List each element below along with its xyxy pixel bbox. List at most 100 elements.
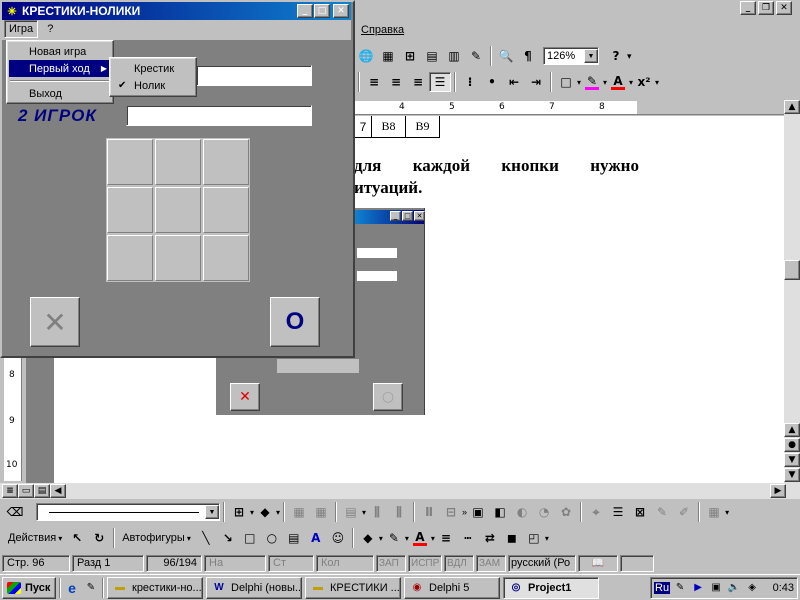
distribute-icon[interactable]: ⫼ (366, 502, 388, 522)
border-icon[interactable]: ⊞ (228, 502, 250, 522)
actions-menu[interactable]: Действия ▾ (4, 532, 66, 544)
oval-icon[interactable]: ○ (261, 528, 283, 548)
wordart-icon[interactable]: A (305, 528, 327, 548)
rotate-icon[interactable]: ↻ (88, 528, 110, 548)
numbering-icon[interactable]: ⁝ (459, 72, 481, 92)
autoshapes-menu[interactable]: Автофигуры ▾ (118, 532, 195, 544)
taskbar-item[interactable]: ▬ крестики-но... (107, 576, 203, 599)
chevron-down-icon[interactable]: ▼ (205, 505, 219, 519)
status-rec[interactable]: ЗАП (376, 554, 406, 572)
justify-icon[interactable]: ☰ (429, 72, 451, 92)
font-color-icon[interactable]: A (409, 528, 431, 548)
pen-tray-icon[interactable]: ✎ (672, 580, 688, 596)
distribute-cols-icon[interactable]: ⫼ (388, 502, 410, 522)
minimize-icon[interactable]: _ (740, 1, 756, 15)
help-icon[interactable]: ? (605, 46, 627, 66)
brightness-icon[interactable]: ◐ (511, 502, 533, 522)
board-cell[interactable] (155, 139, 201, 185)
align-right-icon[interactable]: ≡ (407, 72, 429, 92)
format-picture-icon[interactable]: ⊠ (629, 502, 651, 522)
scroll-prev-page-icon[interactable]: ▲ (784, 423, 800, 437)
reset-icon[interactable]: ✿ (555, 502, 577, 522)
background-form-input[interactable] (356, 247, 398, 259)
normal-view-icon[interactable]: ≡ (2, 484, 18, 498)
chevron-down-icon[interactable]: ▼ (584, 49, 598, 63)
o-button[interactable]: O (270, 297, 320, 347)
status-ovr[interactable]: ЗАМ (476, 554, 506, 572)
format-icon[interactable]: ▦ (703, 502, 725, 522)
submenu-nought[interactable]: ✔ Нолик (112, 77, 194, 94)
vertical-scrollbar[interactable]: ▲ ▲ ● ▼ ▼ (784, 100, 800, 483)
cell-align-icon[interactable]: ⊟ (440, 502, 462, 522)
indent-icon[interactable]: ⇥ (525, 72, 547, 92)
tray-icon[interactable]: ◈ (744, 580, 760, 596)
status-trk[interactable]: ИСПР (408, 554, 442, 572)
excel-icon[interactable]: ▤ (421, 46, 443, 66)
background-form-input[interactable] (356, 270, 398, 282)
select-browse-icon[interactable]: ● (784, 438, 800, 452)
scroll-up-icon[interactable]: ▲ (784, 100, 800, 114)
line-color-icon[interactable]: ✎ (383, 528, 405, 548)
player2-name-input[interactable] (126, 105, 312, 126)
eraser-icon[interactable]: ⌫ (4, 502, 26, 522)
shadow-icon[interactable]: ◼ (501, 528, 523, 548)
text-direction-icon[interactable]: Ⅱ (418, 502, 440, 522)
close-icon[interactable]: ✕ (333, 4, 349, 18)
clipart-icon[interactable]: ☺ (327, 528, 349, 548)
web-icon[interactable]: 🌐 (355, 46, 377, 66)
taskbar-item[interactable]: W Delphi (новы... (206, 576, 302, 599)
board-cell[interactable] (107, 187, 153, 233)
border-icon[interactable]: □ (555, 72, 577, 92)
scroll-down-icon[interactable]: ▼ (784, 468, 800, 482)
dash-style-icon[interactable]: ┅ (457, 528, 479, 548)
web-view-icon[interactable]: ▭ (18, 484, 34, 498)
taskbar-item[interactable]: ◉ Delphi 5 (404, 576, 500, 599)
menu-first-move[interactable]: Первый ход ▶ (9, 60, 111, 77)
restore-icon[interactable]: ❐ (758, 1, 774, 15)
set-transparent-icon[interactable]: ✐ (673, 502, 695, 522)
page-view-icon[interactable]: ▤ (34, 484, 50, 498)
columns-icon[interactable]: ▥ (443, 46, 465, 66)
network-tray-icon[interactable]: ▣ (708, 580, 724, 596)
zoom-select[interactable]: 126% ▼ (543, 47, 599, 65)
menu-game[interactable]: Игра (4, 20, 39, 38)
arrow-style-icon[interactable]: ⇄ (479, 528, 501, 548)
fill-color-icon[interactable]: ◆ (254, 502, 276, 522)
textbox-icon[interactable]: ▤ (283, 528, 305, 548)
menu-help[interactable]: ? (41, 20, 59, 38)
3d-icon[interactable]: ◰ (523, 528, 545, 548)
menu-new-game[interactable]: Новая игра (9, 43, 111, 60)
board-cell[interactable] (203, 235, 249, 281)
volume-icon[interactable]: 🔈 (726, 580, 742, 596)
pen-icon[interactable]: ✎ (651, 502, 673, 522)
horizontal-scrollbar[interactable]: ≡ ▭ ▤ ◀ ▶ (0, 483, 800, 499)
board-cell[interactable] (107, 139, 153, 185)
close-icon[interactable]: ✕ (414, 211, 425, 221)
player1-name-input[interactable] (196, 65, 312, 86)
maximize-icon[interactable]: □ (314, 4, 330, 18)
superscript-icon[interactable]: x² (633, 72, 655, 92)
taskbar-item[interactable]: ▬ КРЕСТИКИ ... (305, 576, 401, 599)
pilcrow-icon[interactable]: ¶ (517, 46, 539, 66)
scroll-right-icon[interactable]: ▶ (770, 484, 786, 498)
bullets-icon[interactable]: • (481, 72, 503, 92)
board-cell[interactable] (107, 235, 153, 281)
submenu-cross[interactable]: Крестик (112, 60, 194, 77)
crop-icon[interactable]: ◔ (533, 502, 555, 522)
menu-help[interactable]: Справка (355, 24, 410, 36)
outdent-icon[interactable]: ⇤ (503, 72, 525, 92)
align-center-icon[interactable]: ≡ (385, 72, 407, 92)
language-indicator[interactable]: Ru (654, 581, 671, 594)
align-icon[interactable]: ▤ (340, 502, 362, 522)
rectangle-icon[interactable]: □ (239, 528, 261, 548)
background-o-button[interactable]: ○ (373, 383, 403, 411)
arrow-icon[interactable]: ↘ (217, 528, 239, 548)
align-left-icon[interactable]: ≡ (363, 72, 385, 92)
merge-icon[interactable]: ▦ (310, 502, 332, 522)
minimize-icon[interactable]: _ (297, 4, 313, 18)
font-color-icon[interactable]: A (607, 72, 629, 92)
contrast-icon[interactable]: ◧ (489, 502, 511, 522)
scroll-left-icon[interactable]: ◀ (50, 484, 66, 498)
background-x-button[interactable]: ✕ (230, 383, 260, 411)
close-icon[interactable]: ✕ (776, 1, 792, 15)
